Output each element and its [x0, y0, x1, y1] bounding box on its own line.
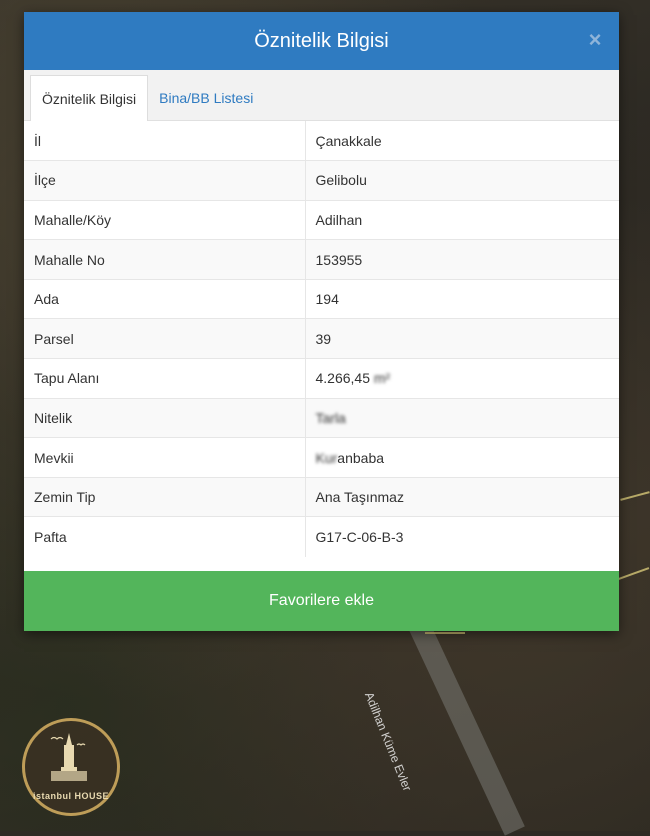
table-row: Mahalle No 153955	[24, 239, 619, 280]
table-row: Mevkii Kuranbaba	[24, 437, 619, 478]
attribute-value: 4.266,45 m²	[305, 358, 619, 399]
locality-value: anbaba	[337, 449, 385, 466]
attribute-key: İlçe	[24, 160, 306, 201]
table-row: Parsel 39	[24, 318, 619, 359]
attribute-value: Çanakkale	[315, 132, 382, 149]
area-unit-obscured: m²	[373, 370, 391, 387]
area-value: 4.266,45	[315, 370, 371, 387]
attribute-key: Mahalle/Köy	[24, 199, 306, 240]
attribute-info-modal: Öznitelik Bilgisi × Öznitelik Bilgisi Bi…	[24, 12, 619, 631]
obscured-prefix: Kur	[315, 449, 338, 466]
table-row: Nitelik Tarla	[24, 397, 619, 438]
attribute-value: 194	[305, 278, 619, 319]
table-row: İl Çanakkale	[24, 121, 619, 161]
attribute-value: 39	[305, 318, 619, 359]
attribute-value: Gelibolu	[305, 160, 619, 201]
modal-title: Öznitelik Bilgisi	[254, 29, 389, 52]
obscured-value: Tarla	[315, 409, 346, 426]
table-row: İlçe Gelibolu	[24, 160, 619, 201]
tab-attribute-info[interactable]: Öznitelik Bilgisi	[30, 75, 149, 121]
attribute-key: Pafta	[24, 516, 306, 557]
attribute-value: Kuranbaba	[305, 437, 619, 478]
parcel-boundary-line	[425, 632, 465, 634]
attribute-value: 153955	[305, 239, 619, 280]
attribute-key: Mevkii	[24, 437, 306, 478]
watermark-text: istanbul HOUSE	[32, 791, 109, 801]
attribute-value: G17-C-06-B-3	[305, 516, 619, 557]
add-to-favorites-button[interactable]: Favorilere ekle	[24, 571, 619, 631]
attribute-table: İl Çanakkale İlçe Gelibolu Mahalle/Köy A…	[24, 121, 619, 557]
attribute-value: Tarla	[305, 397, 619, 438]
attribute-key: Parsel	[24, 318, 306, 359]
watermark-logo: istanbul HOUSE	[22, 718, 120, 816]
modal-header: Öznitelik Bilgisi ×	[24, 12, 619, 70]
tower-icon	[50, 733, 87, 781]
table-row: Mahalle/Köy Adilhan	[24, 199, 619, 240]
attribute-key: Nitelik	[24, 397, 306, 438]
table-row: Zemin Tip Ana Taşınmaz	[24, 476, 619, 517]
attribute-value: Ana Taşınmaz	[305, 476, 619, 517]
table-row: Ada 194	[24, 278, 619, 319]
attribute-key: İl	[24, 121, 306, 161]
table-row: Pafta G17-C-06-B-3	[24, 516, 619, 557]
tab-building-list[interactable]: Bina/BB Listesi	[148, 76, 264, 120]
attribute-key: Mahalle No	[24, 239, 306, 280]
attribute-value: Adilhan	[305, 199, 619, 240]
attribute-key: Ada	[24, 278, 306, 319]
attribute-key: Tapu Alanı	[24, 358, 306, 399]
attribute-key: Zemin Tip	[24, 476, 306, 517]
tab-bar: Öznitelik Bilgisi Bina/BB Listesi	[24, 70, 619, 121]
table-row: Tapu Alanı 4.266,45 m²	[24, 358, 619, 399]
close-icon[interactable]: ×	[585, 29, 605, 51]
